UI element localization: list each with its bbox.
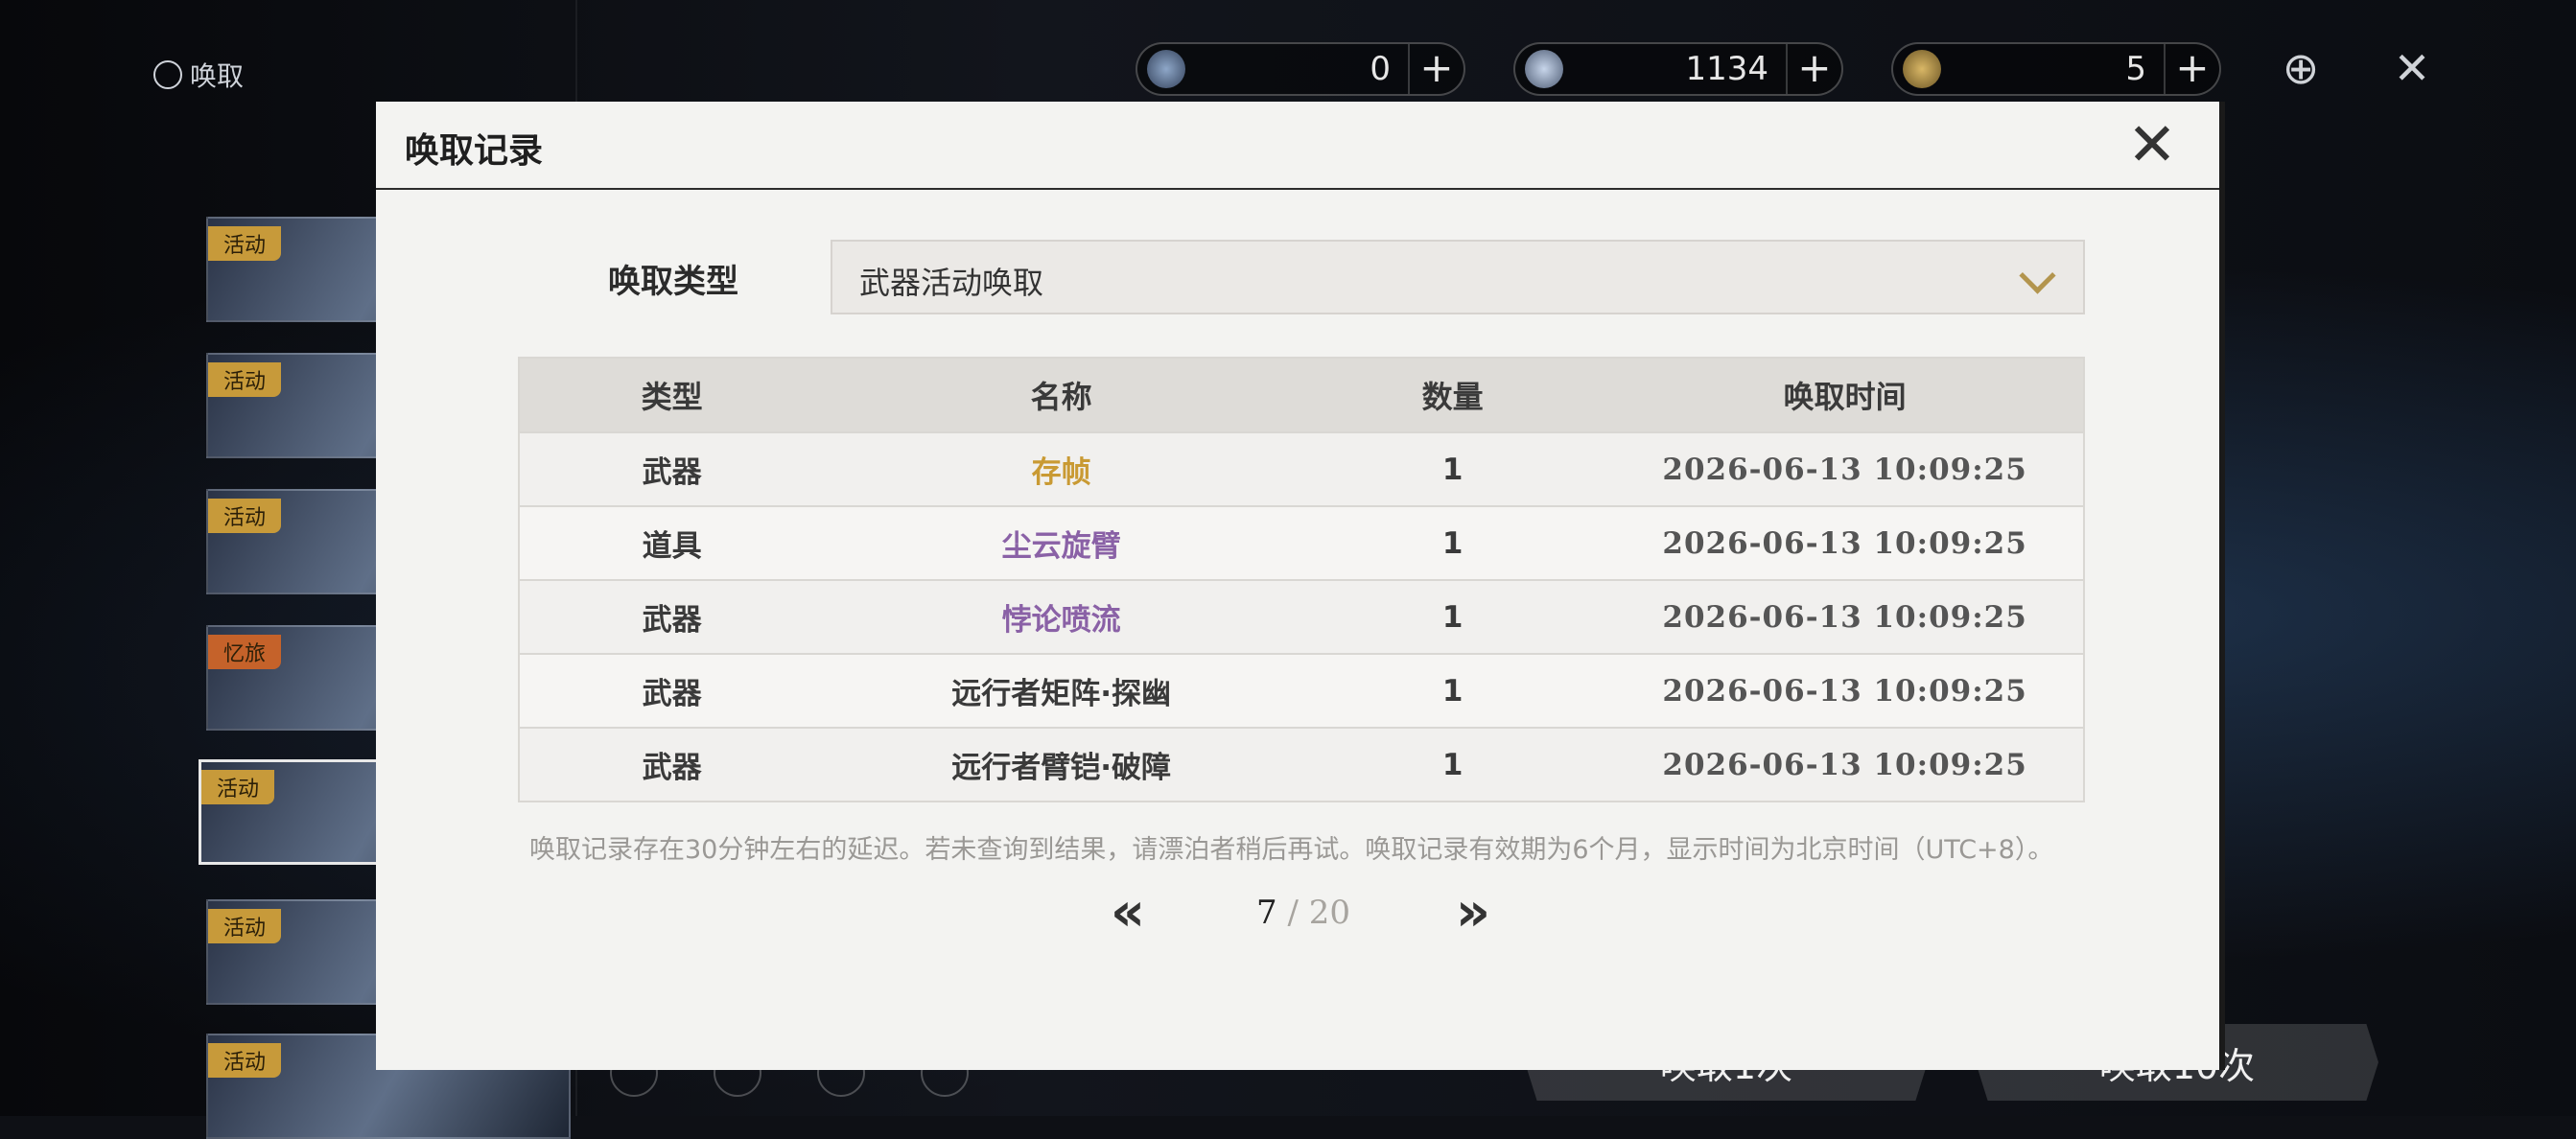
row-qty: 1 [1441,673,1464,709]
header-time: 唤取时间 [1783,379,1907,415]
row-type: 道具 [642,529,702,564]
row-time: 2026-06-13 10:09:25 [1662,525,2027,561]
chevron-down-icon [2019,257,2056,294]
table-row: 武器 远行者矩阵·探幽 1 2026-06-13 10:09:25 [520,653,2083,727]
filter-label: 唤取类型 [608,263,738,301]
delay-note: 唤取记录存在30分钟左右的延迟。若未查询到结果，请漂泊者稍后再试。唤取记录有效期… [529,835,2054,865]
row-type: 武器 [642,677,702,711]
dialog-header: 唤取记录 ✕ [376,102,2221,190]
current-page: 7 [1256,894,1277,932]
row-name: 尘云旋臂 [1001,529,1121,564]
row-name: 存帧 [1031,455,1091,490]
table-row: 武器 存帧 1 2026-06-13 10:09:25 [520,431,2083,505]
dialog-title: 唤取记录 [405,131,544,171]
currency-astrite: 1134 + [1513,42,1843,96]
row-qty: 1 [1441,452,1464,487]
row-time: 2026-06-13 10:09:25 [1662,673,2027,709]
gacha-type-value: 武器活动唤取 [859,265,1044,301]
dialog-edge [2219,102,2225,1070]
table-body: 武器 存帧 1 2026-06-13 10:09:25 道具 尘云旋臂 1 2026-06-1… [520,431,2083,801]
row-time: 2026-06-13 10:09:25 [1662,599,2027,635]
next-page-button[interactable]: » [1444,886,1502,943]
currency-value: 0 [1370,50,1391,88]
lunite-icon [1147,50,1185,88]
prev-page-button[interactable]: « [1099,886,1157,943]
currency-value: 5 [2125,50,2146,88]
row-time: 2026-06-13 10:09:25 [1662,452,2027,487]
row-qty: 1 [1441,525,1464,561]
banner-tag: 忆旅 [208,635,282,669]
row-type: 武器 [642,455,702,490]
table-row: 道具 尘云旋臂 1 2026-06-13 10:09:25 [520,505,2083,579]
add-lunite-button[interactable]: + [1408,44,1464,94]
header-name: 名称 [1030,379,1092,415]
currency-forging-tide: 5 + [1891,42,2221,96]
row-type: 武器 [642,751,702,785]
banner-tag: 活动 [208,1043,282,1078]
table-header: 类型 名称 数量 唤取时间 [520,359,2083,431]
banner-tag: 活动 [208,909,282,943]
history-table: 类型 名称 数量 唤取时间 武器 存帧 1 2026-06-13 10:09:25 道具… [518,357,2085,802]
table-row: 武器 远行者臂铠·破障 1 2026-06-13 10:09:25 [520,727,2083,801]
table-row: 武器 悖论喷流 1 2026-06-13 10:09:25 [520,579,2083,653]
currency-lunite: 0 + [1136,42,1465,96]
header-type: 类型 [641,379,703,415]
header-qty: 数量 [1421,379,1484,415]
add-forging-tide-button[interactable]: + [2164,44,2219,94]
add-astrite-button[interactable]: + [1786,44,1841,94]
banner-tag: 活动 [201,770,275,804]
row-name: 远行者臂铠·破障 [951,751,1171,785]
page-indicator: 7 / 20 [1256,894,1350,932]
row-name: 远行者矩阵·探幽 [951,677,1171,711]
currency-value: 1134 [1685,50,1768,88]
close-icon[interactable]: ✕ [2386,42,2438,94]
gacha-type-select[interactable]: 武器活动唤取 [831,240,2085,314]
forging-tide-icon [1903,50,1941,88]
row-qty: 1 [1441,599,1464,635]
row-time: 2026-06-13 10:09:25 [1662,747,2027,782]
total-pages: / 20 [1276,894,1350,932]
gacha-history-dialog: 唤取记录 ✕ 唤取类型 武器活动唤取 类型 名称 数量 唤取时间 武器 存帧 1 20… [376,102,2221,1070]
gacha-title-label: 唤取 [190,60,245,92]
row-qty: 1 [1441,747,1464,782]
banner-tag: 活动 [208,226,282,261]
row-name: 悖论喷流 [1001,603,1121,638]
banner-tag: 活动 [208,362,282,397]
gacha-icon [147,54,189,96]
dialog-close-button[interactable]: ✕ [2121,115,2183,176]
banner-tag: 活动 [208,499,282,533]
gacha-title: 唤取 [147,54,245,96]
row-type: 武器 [642,603,702,638]
astrite-icon [1525,50,1563,88]
settings-icon[interactable]: ⊕ [2275,42,2327,94]
